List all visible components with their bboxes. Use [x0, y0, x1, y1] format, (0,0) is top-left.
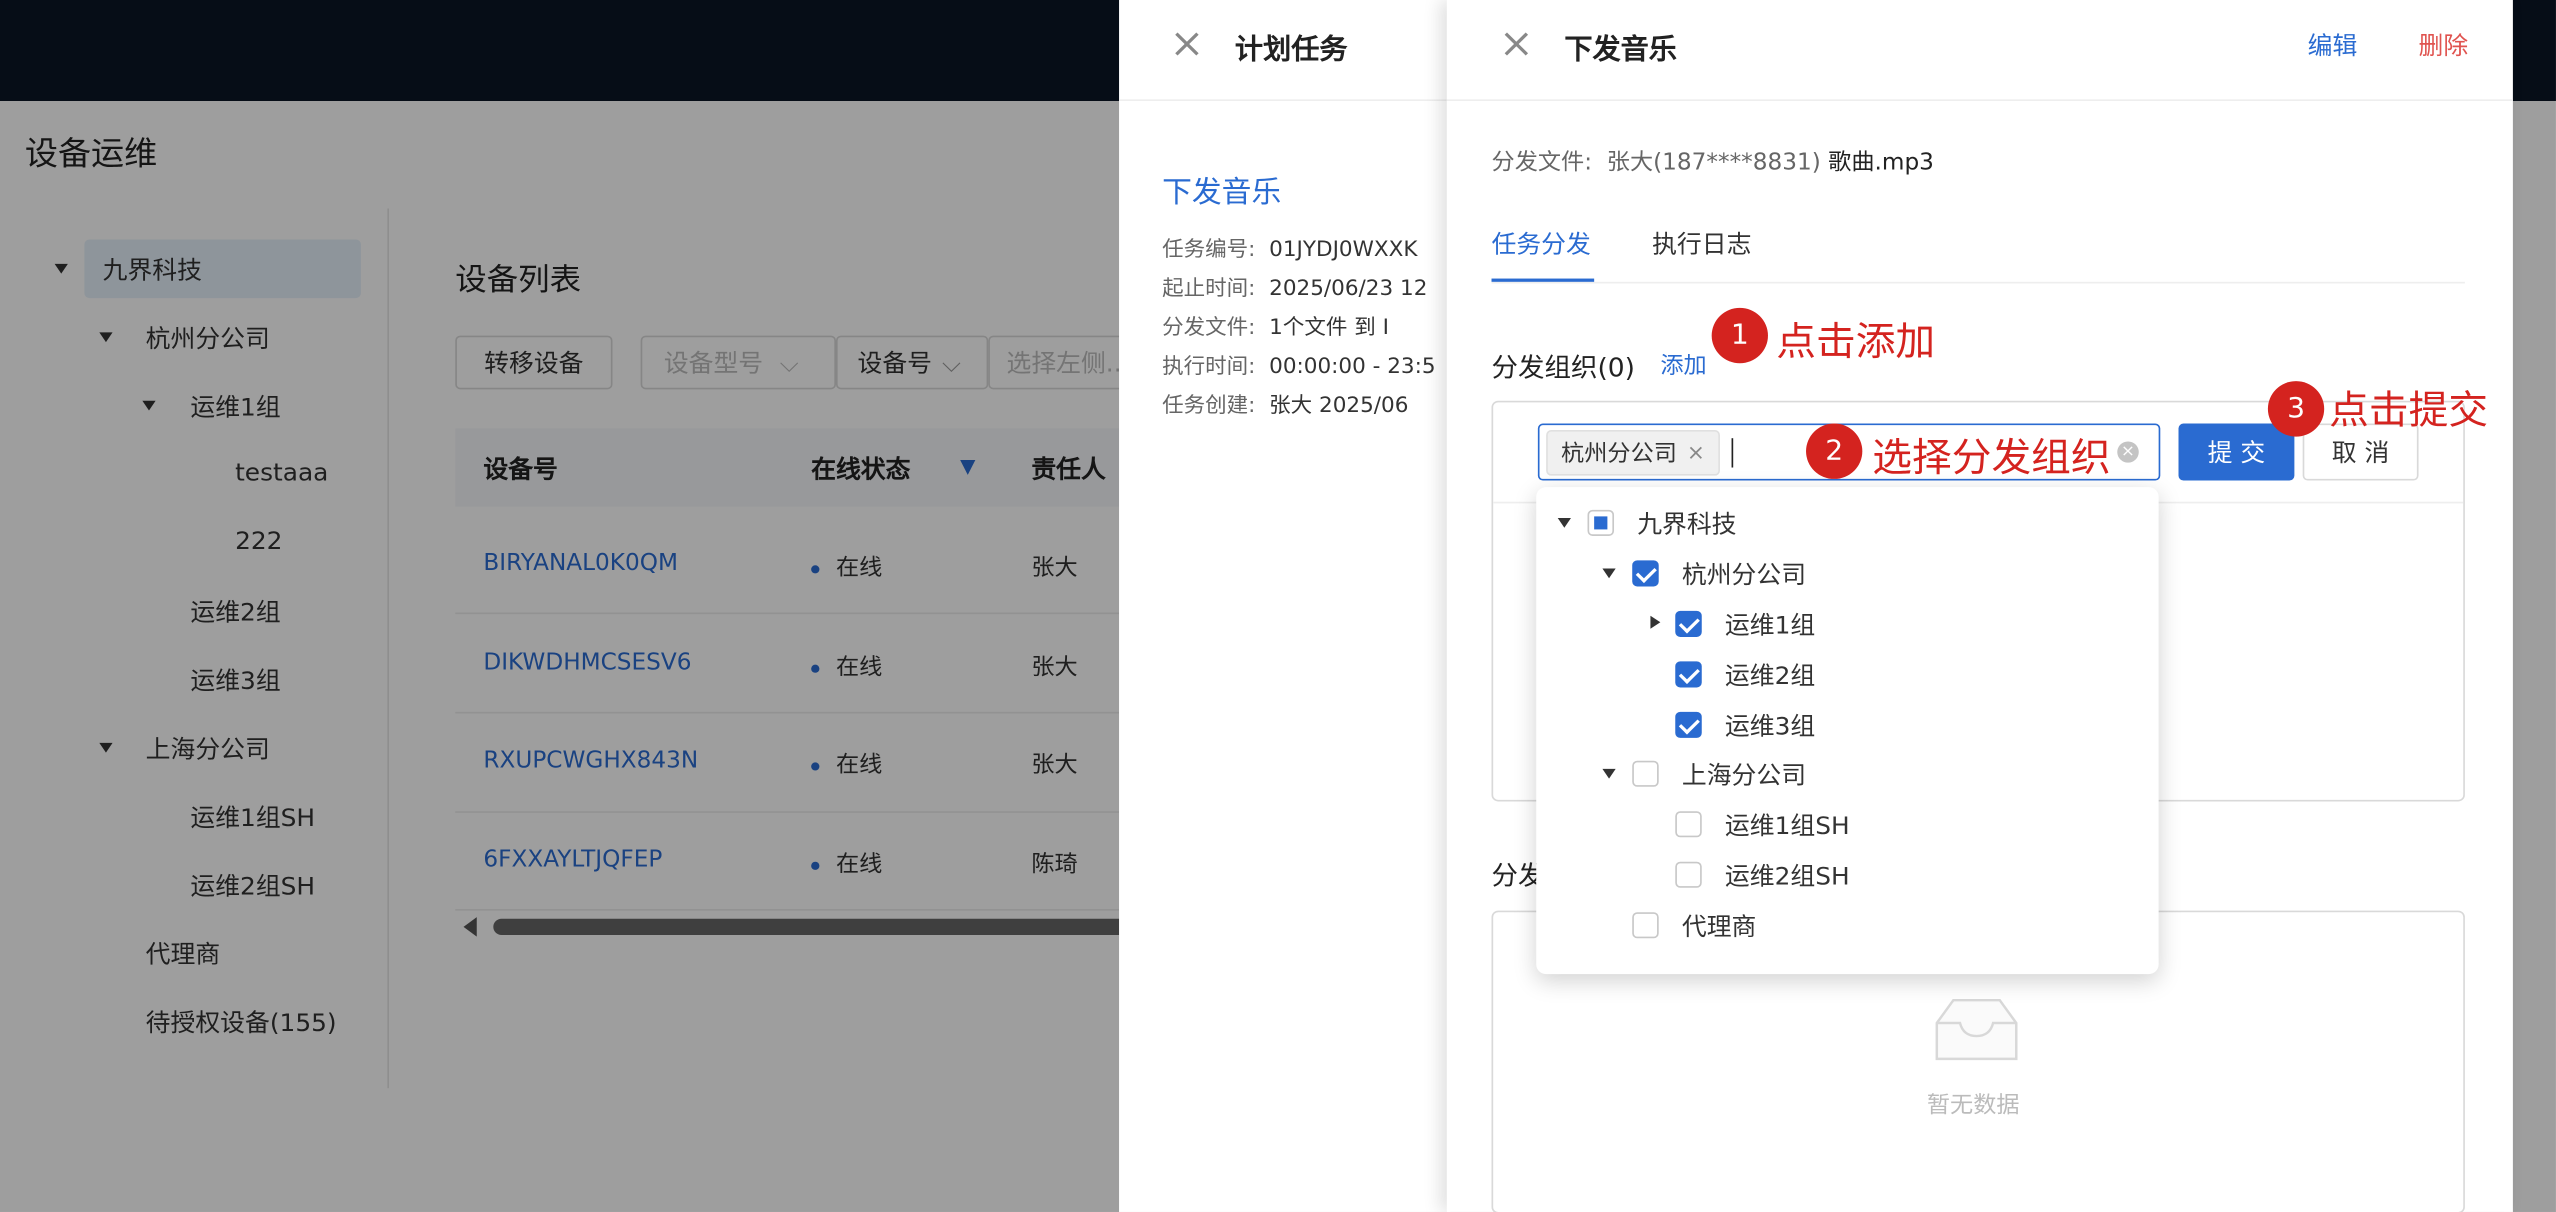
picker-item-agent[interactable]: 代理商	[1682, 909, 1757, 943]
file-owner: 张大(187****8831)	[1606, 149, 1821, 176]
caret-right-icon[interactable]	[1650, 615, 1661, 629]
checkbox-unchecked[interactable]	[1632, 760, 1659, 787]
task-field: 任务创建: 张大 2025/06	[1162, 388, 1409, 419]
field-label: 任务创建:	[1162, 394, 1256, 419]
field-value: 00:00:00 - 23:5	[1269, 355, 1436, 380]
field-label: 任务编号:	[1162, 237, 1256, 263]
music-drawer-title: 下发音乐	[1564, 34, 1677, 67]
annotation-text: 选择分发组织	[1872, 434, 2111, 481]
picker-item-hangzhou[interactable]: 杭州分公司	[1682, 557, 1806, 591]
org-picker-dropdown: 九界科技 杭州分公司 运维1组 运维2组 运维3组 上海分公司 运维1组SH 运…	[1536, 487, 2159, 975]
checkbox-checked[interactable]	[1675, 711, 1702, 738]
org-section-label: 分发组织(0)	[1491, 351, 1635, 383]
annotation-badge: 3	[2267, 381, 2325, 437]
field-value: 2025/06/23 12	[1269, 276, 1428, 302]
plan-task-drawer: 计划任务 下发音乐 任务编号: 01JYDJ0WXXK 起止时间: 2025/0…	[1119, 0, 1451, 1212]
close-icon[interactable]	[1175, 33, 1198, 56]
picker-item-jiujie[interactable]: 九界科技	[1637, 507, 1736, 541]
caret-down-icon[interactable]	[1557, 518, 1571, 528]
field-label: 起止时间:	[1162, 276, 1256, 302]
tabs-divider	[1491, 281, 2465, 284]
field-value: 01JYDJ0WXXK	[1269, 237, 1418, 263]
field-value: 张大 2025/06	[1269, 394, 1409, 419]
add-org-link[interactable]: 添加	[1660, 349, 1706, 382]
task-field: 起止时间: 2025/06/23 12	[1162, 270, 1427, 301]
close-icon[interactable]	[1505, 33, 1528, 56]
caret-down-icon[interactable]	[1602, 768, 1616, 779]
picker-item-shanghai[interactable]: 上海分公司	[1682, 757, 1806, 791]
text-cursor	[1731, 438, 1734, 468]
picker-item-ops1sh[interactable]: 运维1组SH	[1725, 808, 1850, 842]
tab-dispatch[interactable]: 任务分发	[1492, 226, 1591, 260]
field-label: 分发文件:	[1162, 316, 1256, 341]
empty-box-icon	[1935, 998, 2018, 1061]
field-value: 1个文件 到 I	[1269, 316, 1389, 341]
stage: 设备运维 九界科技 杭州分公司 运维1组 testaaa 222 运维2组 运维…	[0, 0, 2556, 1212]
task-name: 下发音乐	[1162, 175, 1282, 211]
picker-item-ops3[interactable]: 运维3组	[1725, 709, 1815, 743]
divider	[1119, 99, 1451, 101]
file-name: 歌曲.mp3	[1828, 149, 1934, 176]
file-label: 分发文件:	[1491, 149, 1593, 176]
submit-button[interactable]: 提 交	[2178, 423, 2295, 481]
plan-drawer-title: 计划任务	[1234, 34, 1348, 67]
annotation-badge: 1	[1711, 307, 1768, 364]
file-info: 分发文件: 张大(187****8831) 歌曲.mp3	[1492, 145, 1934, 178]
clear-icon[interactable]: ×	[2117, 441, 2139, 463]
checkbox-partial[interactable]	[1587, 509, 1615, 536]
tab-active-indicator	[1491, 278, 1595, 282]
selected-org-tag: 杭州分公司 ×	[1546, 430, 1720, 476]
field-label: 执行时间:	[1162, 355, 1256, 380]
checkbox-checked[interactable]	[1675, 610, 1702, 637]
annotation-badge: 2	[1806, 423, 1863, 479]
checkbox-unchecked[interactable]	[1632, 912, 1659, 939]
picker-item-ops2[interactable]: 运维2组	[1725, 658, 1815, 692]
caret-down-icon[interactable]	[1602, 568, 1616, 579]
delete-link[interactable]: 删除	[2419, 28, 2469, 62]
empty-text: 暂无数据	[1926, 1093, 2020, 1120]
picker-item-ops2sh[interactable]: 运维2组SH	[1725, 858, 1850, 892]
checkbox-checked[interactable]	[1632, 560, 1659, 587]
tab-log[interactable]: 执行日志	[1652, 226, 1751, 260]
checkbox-unchecked[interactable]	[1675, 861, 1702, 888]
annotation-text: 点击添加	[1776, 319, 1936, 365]
annotation-text: 点击提交	[2329, 387, 2489, 434]
tag-label: 杭州分公司	[1561, 441, 1677, 468]
remove-tag-icon[interactable]: ×	[1687, 441, 1705, 465]
divider	[1446, 99, 2513, 101]
edit-link[interactable]: 编辑	[2308, 28, 2358, 62]
checkbox-unchecked[interactable]	[1675, 811, 1702, 838]
picker-item-ops1[interactable]: 运维1组	[1725, 608, 1815, 642]
task-field: 分发文件: 1个文件 到 I	[1162, 310, 1389, 341]
task-field: 执行时间: 00:00:00 - 23:5	[1162, 349, 1436, 380]
task-field: 任务编号: 01JYDJ0WXXK	[1162, 231, 1417, 262]
checkbox-checked[interactable]	[1675, 661, 1702, 688]
